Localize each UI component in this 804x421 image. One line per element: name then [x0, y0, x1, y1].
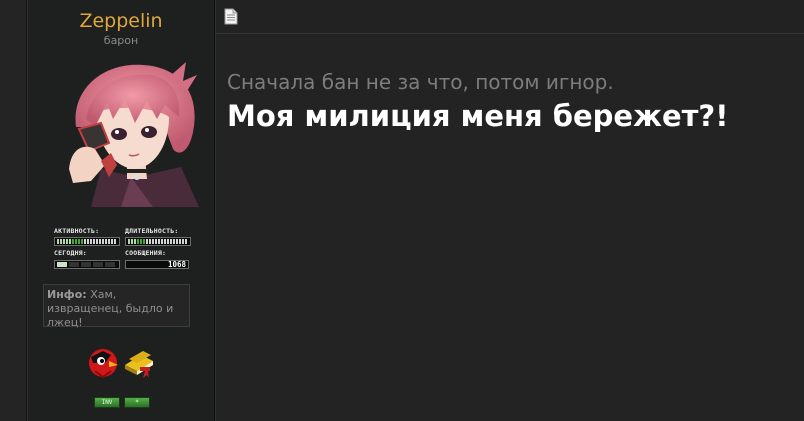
meter-segment: [185, 239, 187, 244]
meter-segment: [66, 239, 68, 244]
meter-segment: [140, 239, 142, 244]
info-label: Инфо:: [47, 288, 87, 301]
duration-meter: [125, 237, 191, 246]
meter-segment: [57, 239, 59, 244]
meter-segment: [149, 239, 151, 244]
meter-segment: [63, 239, 65, 244]
red-bird-icon[interactable]: [87, 347, 119, 379]
user-rank: барон: [103, 34, 139, 47]
meter-segment: [105, 239, 107, 244]
meter-segment: [128, 239, 130, 244]
today-cell: [93, 262, 103, 267]
post-toolbar: [216, 0, 804, 34]
post-content-area: Сначала бан не за что, потом игнор. Моя …: [215, 0, 804, 421]
meter-segment: [167, 239, 169, 244]
username-link[interactable]: Zeppelin: [28, 10, 214, 32]
meter-segment: [164, 239, 166, 244]
meter-segment: [134, 239, 136, 244]
meter-segment: [75, 239, 77, 244]
star-button[interactable]: *: [124, 397, 150, 408]
meter-segment: [69, 239, 71, 244]
today-cell: [81, 262, 91, 267]
meter-segment: [146, 239, 148, 244]
left-frame-border: [0, 0, 27, 421]
today-cell: [57, 262, 67, 267]
meter-segment: [173, 239, 175, 244]
meter-segment: [179, 239, 181, 244]
meter-segment: [90, 239, 92, 244]
messages-count: 1068: [125, 260, 189, 269]
today-meter: [54, 260, 120, 269]
meter-segment: [170, 239, 172, 244]
meter-segment: [108, 239, 110, 244]
messages-label: СООБЩЕНИЯ:: [125, 249, 167, 257]
meter-segment: [152, 239, 154, 244]
meter-segment: [155, 239, 157, 244]
meter-segment: [158, 239, 160, 244]
meter-segment: [99, 239, 101, 244]
today-cell: [69, 262, 79, 267]
meter-segment: [102, 239, 104, 244]
meter-segment: [137, 239, 139, 244]
inventory-button[interactable]: INV: [94, 397, 120, 408]
document-icon[interactable]: [224, 8, 238, 25]
meter-segment: [96, 239, 98, 244]
user-sidebar: Zeppelin барон АКТИВНОСТЬ: ДЛИТЕЛЬНОСТЬ:…: [27, 0, 215, 421]
meter-segment: [131, 239, 133, 244]
meter-segment: [176, 239, 178, 244]
book-icon[interactable]: [123, 347, 155, 379]
activity-label: АКТИВНОСТЬ:: [54, 227, 100, 235]
post-text-line-1: Сначала бан не за что, потом игнор.: [227, 70, 614, 94]
post-text-line-2: Моя милиция меня бережет?!: [227, 99, 729, 133]
activity-meter: [54, 237, 120, 246]
meter-segment: [182, 239, 184, 244]
meter-segment: [111, 239, 113, 244]
today-label: СЕГОДНЯ:: [54, 249, 87, 257]
meter-segment: [72, 239, 74, 244]
meter-segment: [81, 239, 83, 244]
meter-segment: [87, 239, 89, 244]
meter-segment: [114, 239, 116, 244]
user-info-box: Инфо: Хам, извращенец, быдло и лжец!: [43, 284, 190, 329]
meter-segment: [93, 239, 95, 244]
meter-segment: [84, 239, 86, 244]
duration-label: ДЛИТЕЛЬНОСТЬ:: [125, 227, 179, 235]
meter-segment: [78, 239, 80, 244]
meter-segment: [161, 239, 163, 244]
meter-segment: [60, 239, 62, 244]
meter-segment: [143, 239, 145, 244]
avatar[interactable]: [61, 57, 201, 207]
today-cell: [105, 262, 115, 267]
